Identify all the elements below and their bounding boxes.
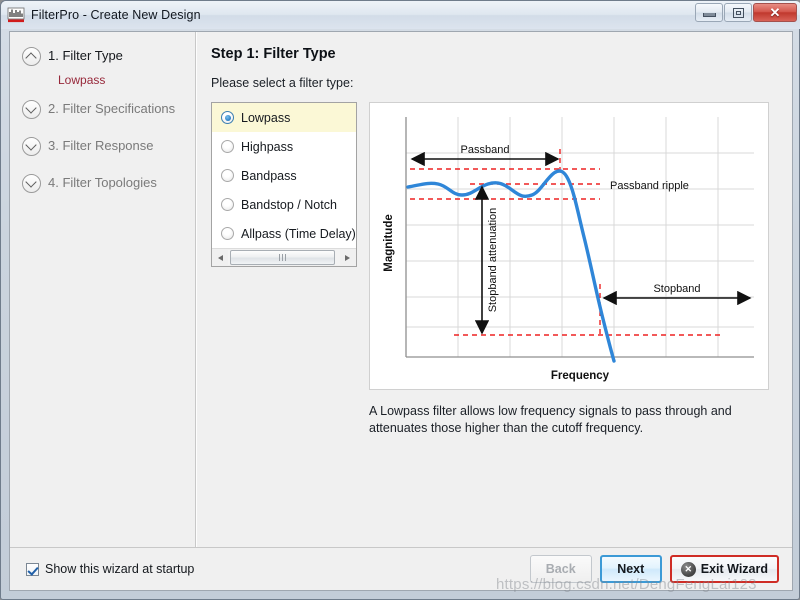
sidebar-item-label: 1. Filter Type <box>48 48 123 63</box>
stopband-attenuation-label: Stopband attenuation <box>487 208 499 313</box>
maximize-button[interactable] <box>724 3 752 22</box>
chevron-down-icon <box>22 174 41 193</box>
window-controls: ✕ <box>695 3 797 22</box>
passband-ripple-label: Passband ripple <box>610 180 689 192</box>
list-item-allpass-time-delay[interactable]: Allpass (Time Delay) <box>212 219 356 248</box>
sidebar-item-label: 3. Filter Response <box>48 138 154 153</box>
list-item-label: Highpass <box>241 139 294 154</box>
sidebar-selected-value: Lowpass <box>58 73 106 87</box>
radio-icon[interactable] <box>221 227 234 240</box>
waveform-icon <box>7 6 25 24</box>
sidebar-item-label: 2. Filter Specifications <box>48 101 176 116</box>
chart-column: Passband Passband ripple Stopband attenu… <box>369 102 769 437</box>
list-item-label: Bandpass <box>241 168 297 183</box>
close-button[interactable]: ✕ <box>753 3 797 22</box>
sidebar-item-filter-response[interactable]: 3. Filter Response <box>10 136 195 160</box>
window-title: FilterPro - Create New Design <box>31 8 201 22</box>
back-button-label: Back <box>545 562 576 576</box>
exit-wizard-button[interactable]: Exit Wizard <box>669 555 779 583</box>
exit-wizard-button-label: Exit Wizard <box>700 562 768 576</box>
client-area: 1. Filter Type Lowpass 2. Filter Specifi… <box>9 31 793 591</box>
scroll-right-icon[interactable] <box>340 250 355 265</box>
filter-type-list[interactable]: Lowpass Highpass Bandpass Bandstop / Not… <box>211 102 357 267</box>
chevron-down-icon <box>22 137 41 156</box>
content-row: Lowpass Highpass Bandpass Bandstop / Not… <box>211 102 792 437</box>
chevron-down-icon <box>22 100 41 119</box>
sidebar-item-filter-topologies[interactable]: 4. Filter Topologies <box>10 173 195 197</box>
radio-icon[interactable] <box>221 111 234 124</box>
sidebar-item-label: 4. Filter Topologies <box>48 175 157 190</box>
minimize-button[interactable] <box>695 3 723 22</box>
list-item-lowpass[interactable]: Lowpass <box>212 103 356 132</box>
y-axis-label: Magnitude <box>383 214 395 272</box>
list-item-bandstop-notch[interactable]: Bandstop / Notch <box>212 190 356 219</box>
list-item-label: Bandstop / Notch <box>241 197 337 212</box>
maximize-icon <box>732 7 744 18</box>
page-title: Step 1: Filter Type <box>211 46 336 62</box>
list-item-label: Allpass (Time Delay) <box>241 226 356 241</box>
passband-label: Passband <box>461 144 510 156</box>
minimize-icon <box>702 13 716 17</box>
back-button[interactable]: Back <box>529 555 592 583</box>
grip-line <box>282 254 283 261</box>
radio-icon[interactable] <box>221 198 234 211</box>
checkbox-icon[interactable] <box>26 562 39 576</box>
list-item-highpass[interactable]: Highpass <box>212 132 356 161</box>
close-icon: ✕ <box>769 5 781 20</box>
radio-icon[interactable] <box>221 169 234 182</box>
scrollbar-thumb[interactable] <box>230 250 335 265</box>
title-bar: FilterPro - Create New Design ✕ <box>1 1 800 29</box>
next-button-label: Next <box>617 562 645 576</box>
scroll-left-icon[interactable] <box>213 250 228 265</box>
chevron-up-icon <box>22 47 41 66</box>
exit-circle-icon <box>680 561 696 577</box>
show-wizard-at-startup-checkbox[interactable]: Show this wizard at startup <box>26 562 194 576</box>
scrollbar-track[interactable] <box>228 250 340 265</box>
application-window: FilterPro - Create New Design ✕ 1. Filte… <box>0 0 800 600</box>
stopband-label: Stopband <box>653 283 700 295</box>
filter-response-chart: Passband Passband ripple Stopband attenu… <box>369 102 769 390</box>
grip-line <box>285 254 286 261</box>
main-panel: Step 1: Filter Type Please select a filt… <box>197 32 792 548</box>
plot-background <box>370 103 768 389</box>
wizard-step-sidebar: 1. Filter Type Lowpass 2. Filter Specifi… <box>10 32 196 548</box>
filter-description: A Lowpass filter allows low frequency si… <box>369 404 732 435</box>
footer-buttons: Back Next Exit Wizard <box>529 555 779 583</box>
grip-line <box>279 254 280 261</box>
sidebar-item-filter-type[interactable]: 1. Filter Type <box>10 46 195 70</box>
next-button[interactable]: Next <box>599 555 662 583</box>
sidebar-item-filter-specifications[interactable]: 2. Filter Specifications <box>10 99 195 123</box>
filter-response-plot: Passband Passband ripple Stopband attenu… <box>370 103 768 389</box>
list-item-label: Lowpass <box>241 110 291 125</box>
checkbox-label: Show this wizard at startup <box>45 562 195 576</box>
list-item-bandpass[interactable]: Bandpass <box>212 161 356 190</box>
x-axis-label: Frequency <box>551 370 610 382</box>
wizard-footer: Show this wizard at startup Back Next Ex… <box>10 547 792 590</box>
horizontal-scrollbar[interactable] <box>212 248 356 266</box>
instruction-text: Please select a filter type: <box>211 76 354 90</box>
radio-icon[interactable] <box>221 140 234 153</box>
